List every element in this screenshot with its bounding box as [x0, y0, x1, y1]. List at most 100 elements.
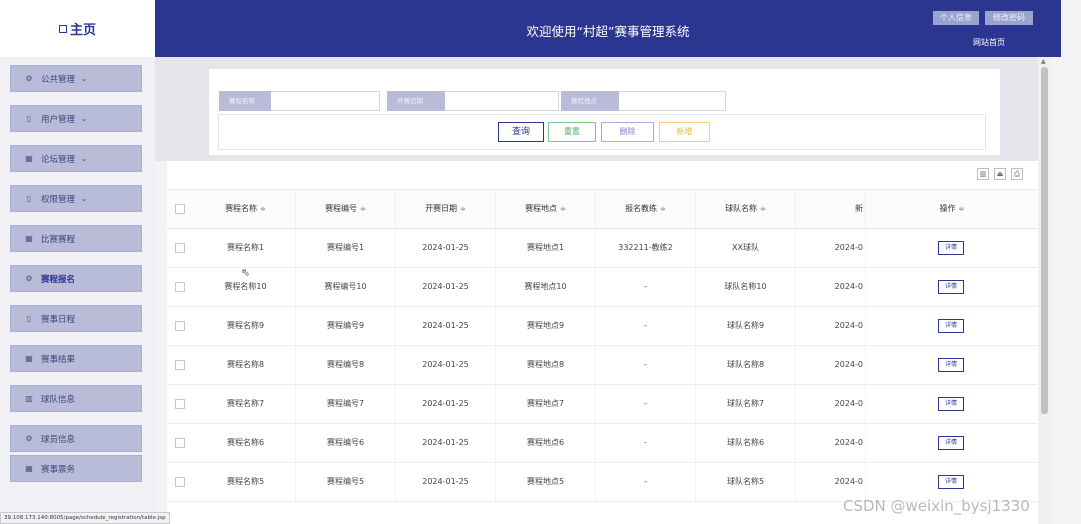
reset-button[interactable]: 重置 [548, 122, 596, 142]
row-checkbox[interactable] [175, 243, 185, 253]
table-cell: 赛程编号5 [296, 463, 396, 501]
sidebar-item-label: 球员信息 [41, 434, 76, 445]
table-cell: - [596, 307, 696, 345]
query-button[interactable]: 查询 [498, 122, 544, 142]
sidebar-item-label: 论坛管理 [41, 154, 76, 165]
sidebar-item-label: 用户管理 [41, 114, 76, 125]
delete-button[interactable]: 删除 [601, 122, 654, 142]
column-header[interactable]: 报名教练 ≑ [596, 190, 696, 228]
table-cell: 赛程名称8 [196, 346, 296, 384]
row-checkbox[interactable] [175, 438, 185, 448]
date-field-label: 开赛日期 [387, 91, 445, 111]
table-cell: 赛程地点8 [496, 346, 596, 384]
sidebar-item-match-schedule[interactable]: ▦ 比赛赛程 [10, 225, 142, 252]
sidebar-item-permissions[interactable]: ▯ 权限管理 ⌄ [10, 185, 142, 212]
grid-icon: ▦ [25, 353, 33, 363]
table-cell: 2024-0 [796, 385, 866, 423]
column-header[interactable]: 赛程名称 ≑ [196, 190, 296, 228]
row-checkbox[interactable] [175, 360, 185, 370]
column-header[interactable]: 开赛日期 ≑ [396, 190, 496, 228]
detail-button[interactable]: 详情 [938, 475, 964, 489]
row-checkbox[interactable] [175, 321, 185, 331]
sidebar-item-label: 权限管理 [41, 194, 76, 205]
sidebar-item-users[interactable]: ▯ 用户管理 ⌄ [10, 105, 142, 132]
home-icon [58, 24, 67, 33]
name-search-input[interactable] [271, 91, 380, 111]
window-edge [1061, 0, 1081, 57]
detail-button[interactable]: 详情 [938, 436, 964, 450]
column-header[interactable]: 赛程编号 ≑ [296, 190, 396, 228]
row-checkbox[interactable] [175, 282, 185, 292]
table-cell: 332211-教练2 [596, 229, 696, 267]
select-all-checkbox[interactable] [175, 204, 185, 214]
sort-icon: ≑ [260, 205, 266, 213]
sidebar-item-registration[interactable]: ⚙ 赛程报名 [10, 265, 142, 292]
detail-button[interactable]: 详情 [938, 397, 964, 411]
table-cell: 2024-01-25 [396, 424, 496, 462]
table-cell: 2024-0 [796, 268, 866, 306]
table-cell: - [596, 463, 696, 501]
sidebar-item-label: 赛事日程 [41, 314, 76, 325]
table-cell: 赛程编号1 [296, 229, 396, 267]
profile-button[interactable]: 个人信息 [933, 11, 979, 25]
table-cell: 赛程名称1 [196, 229, 296, 267]
sidebar-item-event-calendar[interactable]: ▯ 赛事日程 [10, 305, 142, 332]
chevron-down-icon: ⌄ [81, 194, 88, 203]
sidebar-item-teams[interactable]: ▥ 球队信息 [10, 385, 142, 412]
table-cell: 赛程名称7 [196, 385, 296, 423]
row-checkbox[interactable] [175, 399, 185, 409]
sidebar-item-label: 比赛赛程 [41, 234, 76, 245]
detail-button[interactable]: 详情 [938, 358, 964, 372]
column-header[interactable]: 新 [796, 190, 866, 228]
table-cell: - [596, 385, 696, 423]
chevron-down-icon: ⌄ [81, 74, 88, 83]
table-cell: 赛程地点9 [496, 307, 596, 345]
gear-icon: ⚙ [25, 73, 33, 83]
site-home-link[interactable]: 网站首页 [973, 37, 1005, 48]
status-bar-url: 39.108.173.140:8005/page/schedule_regist… [0, 512, 170, 524]
date-search-input[interactable] [445, 91, 559, 111]
location-search-input[interactable] [619, 91, 726, 111]
detail-button[interactable]: 详情 [938, 280, 964, 294]
table-cell: 赛程地点10 [496, 268, 596, 306]
columns-icon[interactable]: ▥ [977, 168, 989, 180]
grid-icon: ▦ [25, 153, 33, 163]
detail-button[interactable]: 详情 [938, 319, 964, 333]
table-cell: 2024-0 [796, 229, 866, 267]
column-header[interactable]: 赛程地点 ≑ [496, 190, 596, 228]
print-icon[interactable]: ⎙ [1011, 168, 1023, 180]
sidebar-item-tickets[interactable]: ▦ 赛事票务 [10, 455, 142, 482]
vertical-scrollbar[interactable]: ▲ [1038, 57, 1051, 524]
home-logo[interactable]: 主页 [0, 0, 155, 57]
table-cell: 2024-01-25 [396, 463, 496, 501]
search-panel: 赛程名称 开赛日期 赛程地点 查询 重置 删除 新增 [209, 68, 1000, 155]
table-cell: 2024-0 [796, 307, 866, 345]
chevron-down-icon: ⌄ [81, 154, 88, 163]
detail-button[interactable]: 详情 [938, 241, 964, 255]
scroll-up-icon[interactable]: ▲ [1041, 58, 1046, 65]
sidebar-item-results[interactable]: ▦ 赛事结果 [10, 345, 142, 372]
table-cell: 赛程名称5 [196, 463, 296, 501]
column-header[interactable]: 球队名称 ≑ [696, 190, 796, 228]
add-button[interactable]: 新增 [659, 122, 710, 142]
table-cell: 赛程地点6 [496, 424, 596, 462]
sidebar-item-players[interactable]: ⚙ 球员信息 [10, 425, 142, 452]
sidebar-item-label: 公共管理 [41, 74, 76, 85]
sort-icon: ≑ [958, 205, 965, 213]
gear-icon: ⚙ [25, 273, 33, 283]
sidebar-item-public[interactable]: ⚙ 公共管理 ⌄ [10, 65, 142, 92]
scrollbar-thumb[interactable] [1041, 67, 1048, 414]
table-row: 赛程名称1 赛程编号1 2024-01-25 赛程地点1 332211-教练2 XX球队 2… [167, 229, 1038, 268]
table-cell: 球队名称8 [696, 346, 796, 384]
table-cell: 球队名称5 [696, 463, 796, 501]
column-header[interactable]: 操作 ≑ [866, 190, 1038, 228]
name-field-label: 赛程名称 [219, 91, 271, 111]
row-checkbox[interactable] [175, 477, 185, 487]
sort-icon: ≑ [760, 205, 766, 213]
table-row: 赛程名称8 赛程编号8 2024-01-25 赛程地点8- 球队名称8 2024-0 详情 [167, 346, 1038, 385]
change-password-button[interactable]: 修改密码 [985, 11, 1033, 25]
app-window: 主页 欢迎使用“村超”赛事管理系统 个人信息 修改密码 网站首页 ⚙ 公共管理 … [0, 0, 1081, 524]
export-icon[interactable]: ⏏ [994, 168, 1006, 180]
sidebar-item-forum[interactable]: ▦ 论坛管理 ⌄ [10, 145, 142, 172]
table-cell: 2024-0 [796, 463, 866, 501]
